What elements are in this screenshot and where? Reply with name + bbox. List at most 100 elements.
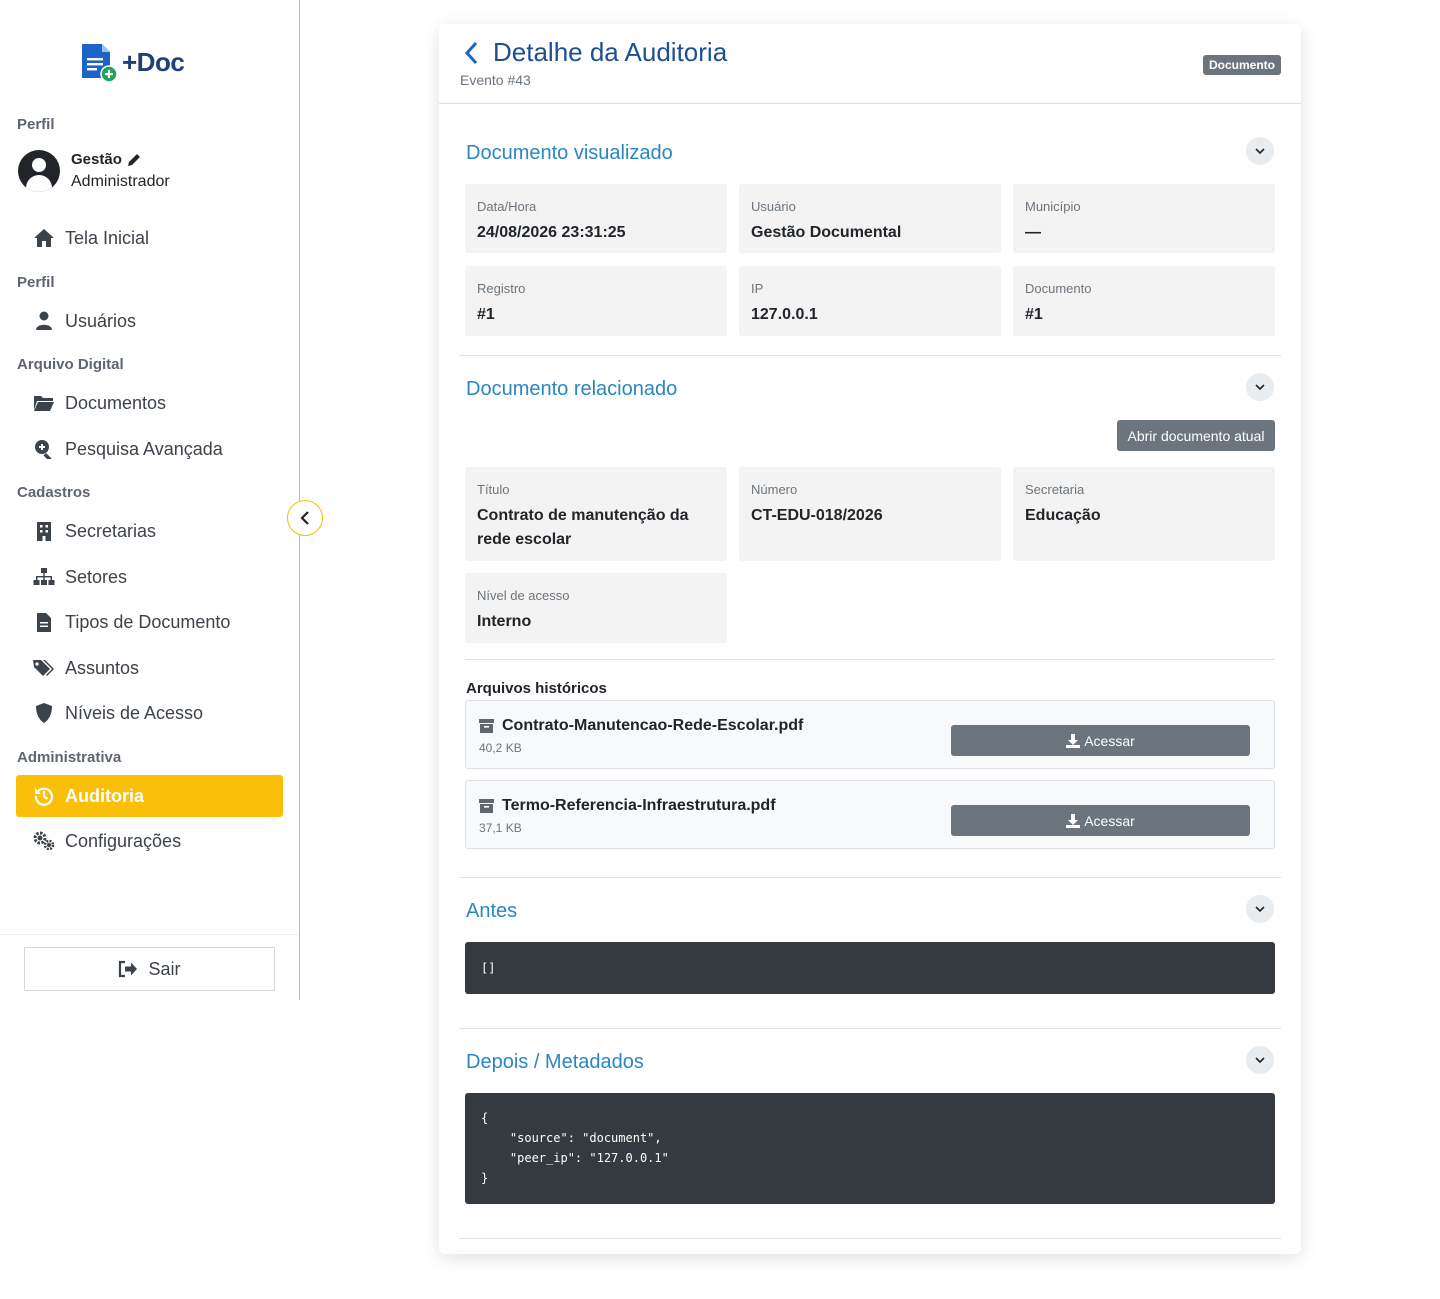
sidebar-item-label: Pesquisa Avançada xyxy=(65,438,223,459)
sidebar-item-documentos[interactable]: Documentos xyxy=(16,382,283,424)
field-label: Número xyxy=(751,482,798,497)
profile-role: Administrador xyxy=(71,173,170,190)
logout-label: Sair xyxy=(148,958,181,979)
document-plus-icon xyxy=(82,44,118,82)
sidebar-item-setores[interactable]: Setores xyxy=(16,556,283,598)
divider xyxy=(465,659,1275,660)
collapse-related-button[interactable] xyxy=(1246,373,1274,401)
sidebar-item-assuntos[interactable]: Assuntos xyxy=(16,647,283,689)
chevron-down-icon xyxy=(1255,383,1265,390)
before-json: [] xyxy=(465,942,1275,994)
section-title-before: Antes xyxy=(466,900,518,922)
pencil-icon[interactable] xyxy=(127,153,141,167)
profile-name: Gestão xyxy=(71,151,122,168)
file-icon xyxy=(37,612,51,632)
sidebar-item-label: Usuários xyxy=(65,310,137,331)
user-icon xyxy=(36,311,52,330)
sidebar-item-label: Assuntos xyxy=(65,657,140,678)
audit-detail-card: Detalhe da Auditoria Evento #43 Document… xyxy=(439,24,1301,1254)
access-label: Acessar xyxy=(1084,732,1135,749)
field-label: Título xyxy=(477,482,510,497)
event-type-badge: Documento xyxy=(1203,55,1281,75)
section-title-related: Documento relacionado xyxy=(466,378,678,400)
sidebar-item-label: Níveis de Acesso xyxy=(65,702,204,723)
field-label: Nível de acesso xyxy=(477,588,570,603)
sidebar-item-niveis-acesso[interactable]: Níveis de Acesso xyxy=(16,692,283,734)
access-file-button[interactable]: Acessar xyxy=(951,725,1250,756)
download-icon xyxy=(1066,733,1081,748)
sidebar-item-configuracoes[interactable]: Configurações xyxy=(16,820,283,862)
profile-section-title: Perfil xyxy=(17,116,55,133)
logout-button[interactable]: Sair xyxy=(24,947,275,991)
access-file-button[interactable]: Acessar xyxy=(951,805,1250,836)
back-chevron-icon[interactable] xyxy=(463,40,479,66)
file-size: 37,1 KB xyxy=(479,821,522,835)
sidebar-item-tela-inicial[interactable]: Tela Inicial xyxy=(16,217,283,259)
logo-text: +Doc xyxy=(122,46,185,77)
after-json: { "source": "document", "peer_ip": "127.… xyxy=(465,1093,1275,1204)
chevron-down-icon xyxy=(1255,147,1265,154)
field-value: — xyxy=(1025,224,1041,241)
sidebar: +Doc Perfil Gestão Administrador Tela In… xyxy=(0,0,300,1000)
sitemap-icon xyxy=(33,568,55,585)
shield-icon xyxy=(36,703,52,723)
section-title-administrativa: Administrativa xyxy=(17,749,122,766)
sidebar-collapse-button[interactable] xyxy=(287,500,323,536)
field-label: Data/Hora xyxy=(477,199,537,214)
field-value: Educação xyxy=(1025,507,1101,524)
access-label: Acessar xyxy=(1084,812,1135,829)
open-current-document-button[interactable]: Abrir documento atual xyxy=(1117,420,1275,451)
section-title-viewed: Documento visualizado xyxy=(466,142,673,164)
cogs-icon xyxy=(33,831,55,851)
field-value: 24/08/2026 23:31:25 xyxy=(477,224,626,241)
field-municipio: Município — xyxy=(1013,184,1275,253)
section-title-after: Depois / Metadados xyxy=(466,1051,644,1073)
sidebar-item-label: Tela Inicial xyxy=(65,227,150,248)
sidebar-item-usuarios[interactable]: Usuários xyxy=(16,300,283,342)
card-header: Detalhe da Auditoria Evento #43 Document… xyxy=(439,24,1301,104)
history-icon xyxy=(34,787,54,806)
divider xyxy=(459,1028,1281,1029)
sidebar-item-label: Documentos xyxy=(65,392,167,413)
app-logo[interactable]: +Doc xyxy=(80,42,185,82)
user-profile: Gestão Administrador xyxy=(18,150,170,192)
field-value: Gestão Documental xyxy=(751,224,902,241)
field-registro: Registro #1 xyxy=(465,266,727,336)
sidebar-item-auditoria[interactable]: Auditoria xyxy=(16,775,283,817)
download-icon xyxy=(1066,813,1081,828)
avatar xyxy=(18,150,60,192)
field-value: #1 xyxy=(1025,306,1043,323)
sidebar-item-secretarias[interactable]: Secretarias xyxy=(16,510,283,552)
sidebar-item-label: Secretarias xyxy=(65,520,157,541)
archive-icon xyxy=(479,719,494,733)
field-documento: Documento #1 xyxy=(1013,266,1275,336)
field-value: CT-EDU-018/2026 xyxy=(751,507,883,524)
sidebar-item-pesquisa-avancada[interactable]: Pesquisa Avançada xyxy=(16,428,283,470)
sidebar-item-tipos-documento[interactable]: Tipos de Documento xyxy=(16,601,283,643)
field-value: Contrato de manutenção da rede escolar xyxy=(477,507,689,548)
field-label: Registro xyxy=(477,281,526,296)
collapse-viewed-button[interactable] xyxy=(1246,137,1274,165)
field-data-hora: Data/Hora 24/08/2026 23:31:25 xyxy=(465,184,727,253)
field-label: Município xyxy=(1025,199,1081,214)
folder-icon xyxy=(34,396,54,411)
collapse-after-button[interactable] xyxy=(1246,1046,1274,1074)
chevron-left-icon xyxy=(300,511,309,525)
sidebar-item-label: Tipos de Documento xyxy=(65,611,231,632)
field-ip: IP 127.0.0.1 xyxy=(739,266,1001,336)
collapse-before-button[interactable] xyxy=(1246,895,1274,923)
field-label: Usuário xyxy=(751,199,796,214)
historical-files-title: Arquivos históricos xyxy=(466,680,607,697)
file-name: Contrato-Manutencao-Rede-Escolar.pdf xyxy=(502,717,804,734)
sidebar-item-label: Auditoria xyxy=(65,785,144,806)
section-title-cadastros: Cadastros xyxy=(17,484,91,501)
home-icon xyxy=(34,229,54,247)
file-row: Contrato-Manutencao-Rede-Escolar.pdf 40,… xyxy=(465,700,1275,769)
event-id: Evento #43 xyxy=(460,72,531,88)
search-plus-icon xyxy=(35,440,52,459)
file-row: Termo-Referencia-Infraestrutura.pdf 37,1… xyxy=(465,780,1275,849)
field-value: Interno xyxy=(477,613,532,630)
chevron-down-icon xyxy=(1255,1056,1265,1063)
field-label: Documento xyxy=(1025,281,1092,296)
field-usuario: Usuário Gestão Documental xyxy=(739,184,1001,253)
